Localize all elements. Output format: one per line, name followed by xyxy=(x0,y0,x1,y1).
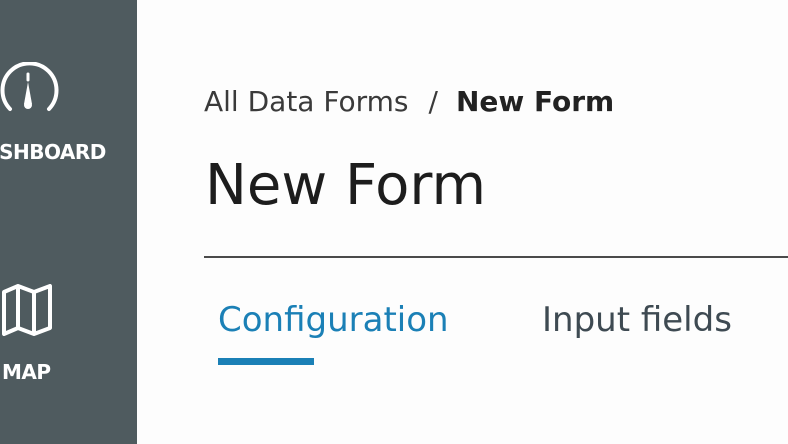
sidebar-item-map[interactable]: MAP xyxy=(0,276,137,396)
breadcrumb: All Data Forms / New Form xyxy=(204,80,614,124)
map-icon xyxy=(2,284,52,336)
sidebar-item-label: DASHBOARD xyxy=(0,140,106,164)
sidebar-item-label: MAP xyxy=(2,360,51,384)
active-tab-indicator xyxy=(218,358,314,365)
breadcrumb-link-all-data-forms[interactable]: All Data Forms xyxy=(204,85,409,118)
sidebar-item-dashboard[interactable]: DASHBOARD xyxy=(0,56,137,176)
tab-configuration[interactable]: Configuration xyxy=(218,294,449,346)
gauge-icon xyxy=(0,62,59,111)
breadcrumb-separator: / xyxy=(428,85,438,118)
breadcrumb-current: New Form xyxy=(455,85,615,118)
tab-input-fields[interactable]: Input fields xyxy=(542,294,732,346)
page-title: New Form xyxy=(205,153,487,218)
sidebar: DASHBOARD MAP xyxy=(0,0,137,444)
divider xyxy=(204,256,788,258)
main-content: All Data Forms / New Form New Form Configu… xyxy=(137,0,788,444)
